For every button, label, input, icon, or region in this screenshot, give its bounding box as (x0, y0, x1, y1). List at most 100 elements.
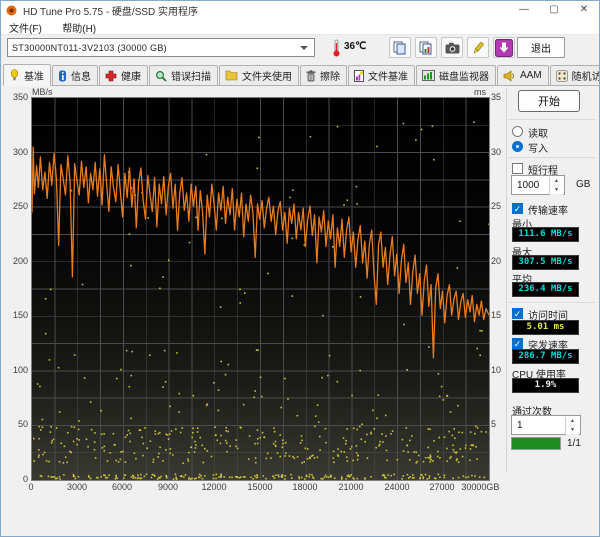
disk-monitor-icon (422, 70, 435, 81)
burst-rate-checkbox[interactable]: ✓ (512, 338, 523, 349)
y-axis-left-tick: 150 (12, 310, 28, 320)
tab-folder-usage[interactable]: 文件夹使用 (219, 65, 299, 85)
y-axis-right-tick: 25 (491, 201, 502, 211)
read-radio-label: 读取 (528, 129, 548, 140)
short-stroke-size-value: 1000 (517, 180, 540, 191)
download-icon[interactable] (493, 37, 515, 58)
random-access-icon (555, 69, 568, 82)
temperature-value: 36℃ (344, 41, 367, 52)
tab-disk-monitor[interactable]: 磁盘监视器 (416, 65, 496, 85)
health-icon (105, 70, 117, 82)
y-axis-left-unit: MB/s (32, 87, 53, 97)
app-icon (6, 5, 17, 16)
tab-bar: 基准信息健康错误扫描文件夹使用擦除文件基准磁盘监视器AAM随机访问额外测试 (3, 63, 599, 86)
x-axis-tick: 15000 (247, 482, 273, 492)
min-value: 111.6 MB/s (512, 227, 579, 242)
error-scan-icon (155, 70, 167, 82)
access-time-checkbox[interactable]: ✓ (512, 308, 523, 319)
x-axis-tick: 24000 (384, 482, 410, 492)
menu-file[interactable]: 文件(F) (1, 19, 50, 36)
y-axis-right-unit: ms (474, 87, 486, 97)
hdtune-window: HD Tune Pro 5.75 - 硬盘/SSD 实用程序 — ▢ ✕ 文件(… (0, 0, 600, 537)
tab-label: 信息 (71, 72, 91, 83)
tab-file-benchmark[interactable]: 文件基准 (348, 65, 415, 85)
save-icon[interactable] (467, 37, 489, 58)
drive-select-value: ST30000NT011-3V2103 (30000 GB) (12, 42, 167, 53)
title-bar: HD Tune Pro 5.75 - 硬盘/SSD 实用程序 — ▢ ✕ (1, 1, 599, 19)
x-axis-tick: 6000 (111, 482, 133, 492)
chevron-down-icon (300, 45, 308, 50)
aam-icon (503, 69, 516, 82)
tab-label: 基准 (24, 71, 44, 83)
spin-down-icon: ▼ (566, 426, 579, 435)
tab-error-scan[interactable]: 错误扫描 (149, 65, 218, 85)
short-stroke-size-input[interactable]: 1000 ▲ ▼ (511, 175, 565, 195)
folder-usage-icon (225, 70, 238, 81)
tab-label: 健康 (121, 72, 141, 83)
benchmark-chart (31, 97, 490, 481)
tab-label: 随机访问 (571, 72, 599, 83)
tab-aam[interactable]: AAM (497, 65, 549, 85)
window-title: HD Tune Pro 5.75 - 硬盘/SSD 实用程序 (23, 6, 199, 18)
pass-count-spinner[interactable]: ▲ ▼ (565, 417, 579, 435)
close-button[interactable]: ✕ (569, 1, 599, 19)
file-benchmark-icon (354, 69, 364, 82)
tab-health[interactable]: 健康 (99, 65, 148, 85)
copy-image-icon[interactable] (415, 37, 437, 58)
x-axis-tick: 27000 (429, 482, 455, 492)
x-axis-tick: 30000GB (461, 482, 500, 492)
menu-help[interactable]: 帮助(H) (54, 19, 104, 36)
tab-info[interactable]: 信息 (52, 65, 98, 85)
tab-label: 文件基准 (368, 72, 408, 83)
write-radio-label: 写入 (528, 144, 548, 155)
progress-bar (511, 437, 561, 450)
pass-count-value: 1 (517, 420, 523, 431)
copy-icon[interactable] (389, 37, 411, 58)
progress-fill (512, 438, 560, 449)
x-axis-tick: 21000 (338, 482, 364, 492)
transfer-rate-checkbox[interactable]: ✓ (512, 203, 523, 214)
burst-rate-value: 286.7 MB/s (512, 349, 579, 364)
short-stroke-unit: GB (576, 179, 591, 190)
read-radio[interactable] (512, 126, 523, 137)
progress-label: 1/1 (567, 438, 581, 449)
x-axis-tick: 18000 (292, 482, 318, 492)
short-stroke-checkbox[interactable] (512, 163, 523, 174)
y-axis-left-tick: 250 (12, 201, 28, 211)
tab-label: 擦除 (320, 72, 340, 83)
spin-up-icon: ▲ (550, 177, 563, 186)
drive-select[interactable]: ST30000NT011-3V2103 (30000 GB) (7, 38, 315, 57)
short-stroke-spinner[interactable]: ▲ ▼ (549, 177, 563, 195)
tab-label: 磁盘监视器 (439, 72, 489, 83)
write-radio[interactable] (512, 141, 523, 152)
camera-icon[interactable] (441, 37, 463, 58)
y-axis-left-tick: 0 (22, 474, 28, 484)
x-axis-tick: 0 (28, 482, 34, 492)
x-axis-tick: 9000 (157, 482, 179, 492)
transfer-rate-label: 传输速率 (528, 206, 568, 217)
tab-random-access[interactable]: 随机访问 (549, 65, 599, 85)
toolbar: ST30000NT011-3V2103 (30000 GB) 36℃ 退出 (1, 35, 599, 62)
y-axis-right-tick: 15 (491, 310, 502, 320)
exit-button[interactable]: 退出 (517, 37, 565, 58)
maximize-button[interactable]: ▢ (539, 1, 569, 19)
access-time-value: 5.01 ms (512, 320, 579, 335)
thermometer-icon (331, 38, 341, 63)
info-icon (58, 70, 67, 82)
minimize-button[interactable]: — (509, 1, 539, 19)
x-axis-tick: 12000 (201, 482, 227, 492)
tab-benchmark[interactable]: 基准 (3, 64, 51, 86)
spin-up-icon: ▲ (566, 417, 579, 426)
pass-count-input[interactable]: 1 ▲ ▼ (511, 415, 581, 435)
tab-label: 文件夹使用 (242, 72, 292, 83)
erase-icon (306, 69, 316, 82)
start-button[interactable]: 开始 (518, 90, 580, 112)
y-axis-left-tick: 350 (12, 92, 28, 102)
y-axis-left-tick: 300 (12, 147, 28, 157)
benchmark-icon (9, 69, 20, 81)
y-axis-right-tick: 10 (491, 365, 502, 375)
y-axis-right-tick: 20 (491, 256, 502, 266)
y-axis-left-tick: 200 (12, 256, 28, 266)
tab-label: AAM (520, 70, 542, 81)
tab-erase[interactable]: 擦除 (300, 65, 347, 85)
